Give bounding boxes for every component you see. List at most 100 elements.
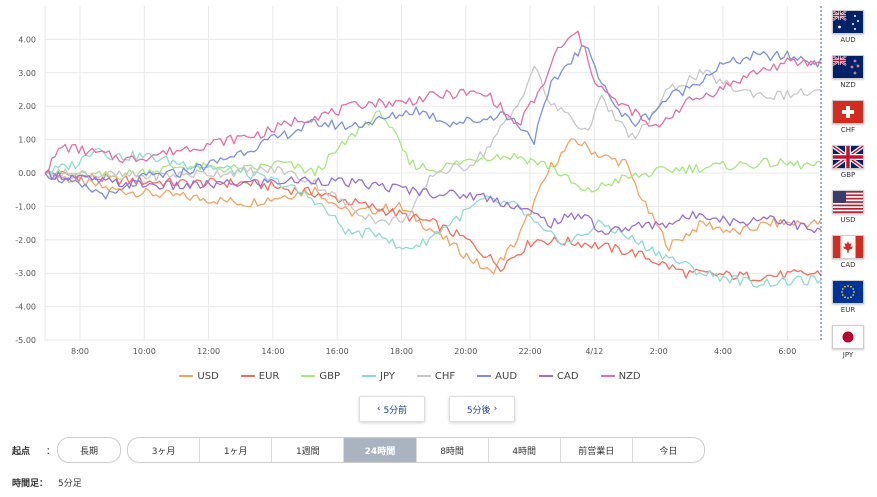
range-option-button[interactable]: 24時間 — [343, 438, 416, 462]
legend-item-jpy[interactable]: JPY — [356, 366, 401, 386]
legend-swatch — [179, 375, 194, 377]
currency-flag-gbp[interactable]: GBP — [828, 143, 868, 188]
legend-swatch — [362, 375, 377, 377]
legend-label: NZD — [618, 370, 641, 382]
timeframe-value: 5分足 — [58, 479, 82, 489]
range-option-button[interactable]: 1週間 — [271, 438, 343, 462]
currency-code-label: GBP — [840, 171, 856, 179]
legend-label: AUD — [495, 370, 518, 382]
flag-us-icon — [832, 190, 864, 214]
legend-swatch — [240, 375, 255, 377]
currency-flag-list: AUD NZD CHF GBP USD CAD EUR JPY — [828, 8, 868, 368]
x-tick-label: 16:00 — [326, 347, 349, 356]
y-tick-label: -5.00 — [15, 336, 36, 345]
range-option-button[interactable]: 4時間 — [487, 438, 560, 462]
currency-code-label: USD — [840, 216, 856, 224]
range-option-button[interactable]: 前営業日 — [559, 438, 632, 462]
currency-code-label: AUD — [840, 36, 856, 44]
x-tick-label: 18:00 — [390, 347, 413, 356]
x-tick-label: 22:00 — [519, 347, 542, 356]
series-line-eur — [44, 170, 822, 282]
range-long-button[interactable]: 長期 — [57, 437, 121, 463]
flag-nz-icon — [832, 55, 864, 79]
x-tick-label: 14:00 — [261, 347, 284, 356]
series-line-nzd — [44, 30, 822, 174]
chevron-left-icon: ‹ — [376, 404, 381, 414]
timeframe-separator: ： — [39, 479, 49, 489]
legend-item-chf[interactable]: CHF — [411, 366, 461, 386]
y-tick-label: -4.00 — [15, 303, 36, 312]
currency-flag-aud[interactable]: AUD — [828, 8, 868, 53]
legend-label: EUR — [258, 370, 280, 382]
legend-swatch — [477, 375, 492, 377]
chevron-right-icon: › — [493, 404, 498, 414]
y-tick-label: -1.00 — [15, 202, 36, 211]
timeframe-label: 時間足： — [12, 476, 48, 489]
legend-item-cad[interactable]: CAD — [533, 366, 585, 386]
next-5min-button[interactable]: 5分後 › — [449, 396, 515, 422]
y-tick-label: -3.00 — [15, 269, 36, 278]
range-option-button[interactable]: 8時間 — [415, 438, 488, 462]
prev-5min-button[interactable]: ‹ 5分前 — [359, 396, 425, 422]
range-option-button[interactable]: 3ヶ月 — [128, 438, 199, 462]
y-axis: 4.00 3.00 2.00 1.00 0.00 -1.00 -2.00 -3.00 -4.00… — [15, 35, 36, 345]
prev-5min-label: 5分前 — [383, 405, 408, 416]
currency-flag-cad[interactable]: CAD — [828, 233, 868, 278]
legend-label: GBP — [319, 370, 341, 382]
legend-label: USD — [197, 370, 219, 382]
legend-swatch — [301, 375, 316, 377]
flag-ca-icon — [832, 235, 864, 259]
x-tick-label: 10:00 — [133, 347, 156, 356]
chart-legend: USD EUR GBP JPY CHF AUD CAD NZD — [0, 366, 820, 386]
legend-label: JPY — [380, 370, 395, 382]
range-option-button[interactable]: 1ヶ月 — [199, 438, 271, 462]
y-tick-label: 3.00 — [18, 69, 36, 78]
x-axis: 8:00 10:00 12:00 14:00 16:00 18:00 20:00 22:00 4… — [71, 347, 796, 356]
y-tick-label: 1.00 — [18, 136, 36, 145]
legend-item-eur[interactable]: EUR — [235, 366, 286, 386]
legend-label: CHF — [434, 370, 456, 382]
range-separator: ： — [46, 447, 56, 457]
x-tick-label: 6:00 — [778, 347, 796, 356]
legend-item-aud[interactable]: AUD — [471, 366, 523, 386]
currency-flag-jpy[interactable]: JPY — [828, 323, 868, 368]
x-tick-label: 4:00 — [714, 347, 732, 356]
currency-code-label: JPY — [842, 351, 854, 359]
x-tick-label: 8:00 — [71, 347, 89, 356]
flag-au-icon — [832, 10, 864, 34]
x-tick-label: 12:00 — [197, 347, 220, 356]
flag-ch-icon — [832, 100, 864, 124]
y-tick-label: 2.00 — [18, 102, 36, 111]
currency-flag-usd[interactable]: USD — [828, 188, 868, 233]
legend-item-gbp[interactable]: GBP — [295, 366, 346, 386]
flag-gb-icon — [832, 145, 864, 169]
y-tick-label: -2.00 — [15, 236, 36, 245]
range-option-button[interactable]: 今日 — [631, 438, 704, 462]
legend-swatch — [416, 375, 431, 377]
x-tick-label: 2:00 — [650, 347, 668, 356]
timeframe-label-text: 時間足 — [12, 479, 40, 489]
y-tick-label: 0.00 — [18, 169, 36, 178]
range-button-group: 3ヶ月 1ヶ月 1週間 24時間 8時間 4時間 前営業日 今日 — [127, 437, 705, 463]
legend-swatch — [600, 375, 615, 377]
currency-flag-chf[interactable]: CHF — [828, 98, 868, 143]
currency-flag-nzd[interactable]: NZD — [828, 53, 868, 98]
legend-item-usd[interactable]: USD — [173, 366, 224, 386]
next-5min-label: 5分後 — [466, 405, 491, 416]
range-label: 起点 — [12, 447, 31, 457]
currency-flag-eur[interactable]: EUR — [828, 278, 868, 323]
flag-eu-icon — [832, 280, 864, 304]
series-line-chf — [44, 65, 822, 226]
x-tick-label: 20:00 — [454, 347, 477, 356]
x-tick-label: 4/12 — [585, 347, 603, 356]
y-tick-label: 4.00 — [18, 35, 36, 44]
currency-code-label: CAD — [840, 261, 856, 269]
currency-code-label: NZD — [840, 81, 856, 89]
chart-series — [44, 30, 822, 288]
series-line-gbp — [44, 109, 822, 193]
flag-jp-icon — [832, 325, 864, 349]
currency-code-label: CHF — [840, 126, 856, 134]
currency-strength-chart: 4.00 3.00 2.00 1.00 0.00 -1.00 -2.00 -3.00 -4.00… — [15, 6, 822, 356]
currency-code-label: EUR — [840, 306, 856, 314]
legend-item-nzd[interactable]: NZD — [595, 366, 647, 386]
